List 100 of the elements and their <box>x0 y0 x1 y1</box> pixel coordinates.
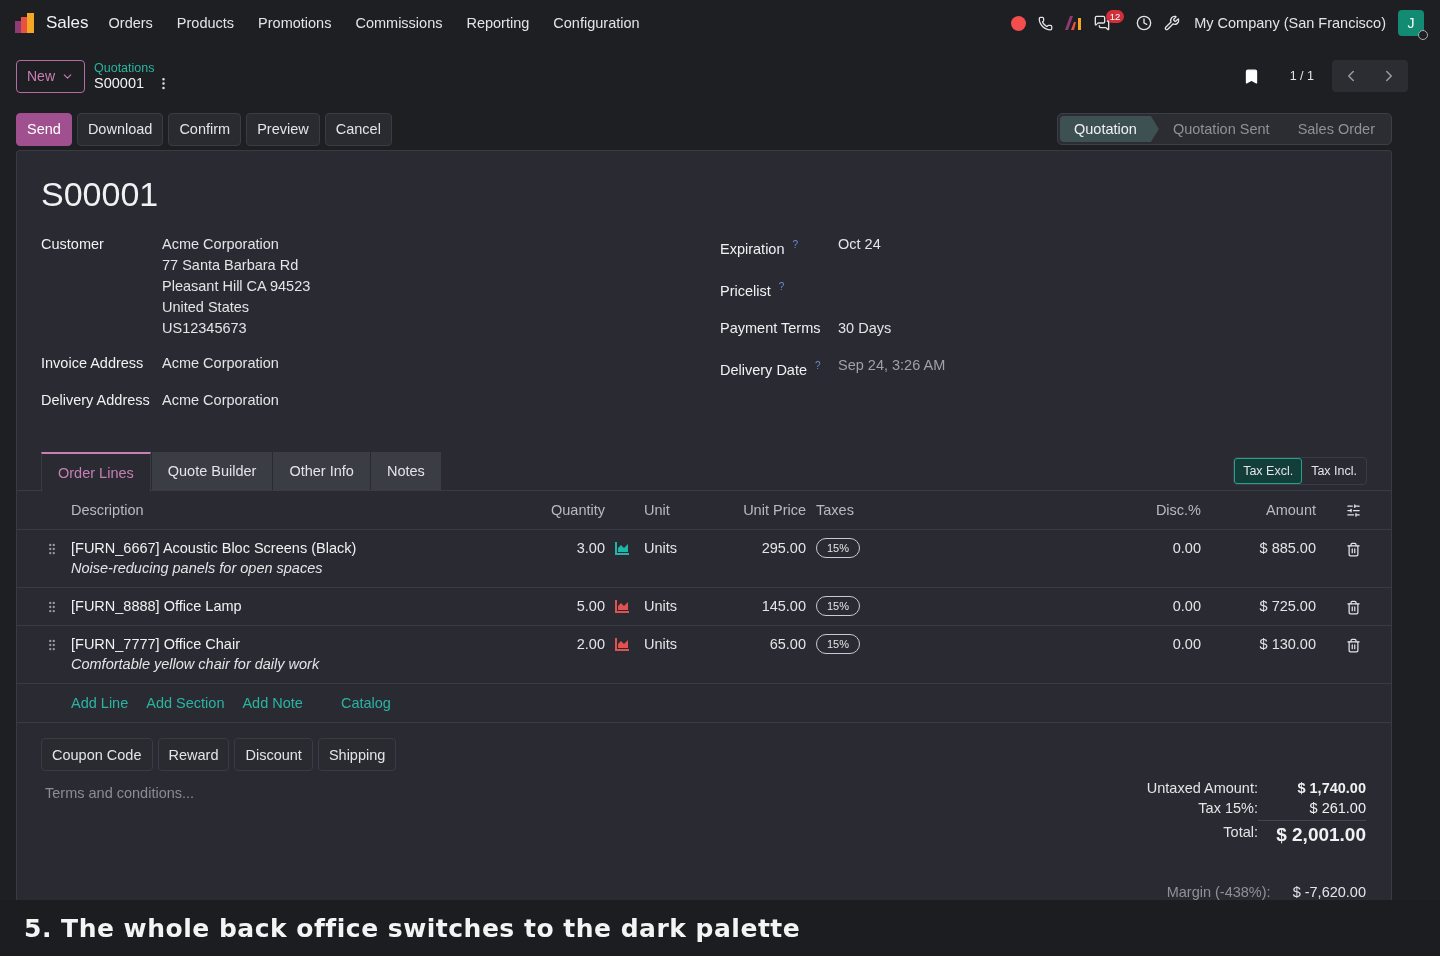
total-label: Total: <box>1222 823 1258 842</box>
field-value: Pleasant Hill CA 94523 <box>162 277 312 296</box>
table-cell-text: 0.00 <box>1171 635 1201 653</box>
table-cell-text: 0.00 <box>1171 539 1201 557</box>
action-button[interactable]: Download <box>76 112 164 146</box>
add-link[interactable]: Add Line <box>71 695 129 711</box>
record-icon[interactable] <box>1010 15 1026 31</box>
table-cell-text: Units <box>643 635 679 653</box>
message-count-badge: 12 <box>1105 9 1125 23</box>
menu-item[interactable]: Orders <box>108 15 153 31</box>
notebook-tab[interactable]: Notes <box>370 452 441 491</box>
program-button[interactable]: Discount <box>234 738 313 771</box>
field-label: Delivery Date $^{?}$ <box>720 358 822 380</box>
field-label: Invoice Address <box>41 354 145 373</box>
menu-item[interactable]: Commissions <box>355 15 443 31</box>
delete-icon[interactable] <box>1346 600 1361 616</box>
add-link[interactable]: Add Section <box>146 695 225 711</box>
phone-icon[interactable] <box>1037 15 1053 31</box>
table-cell-text: $ 885.00 <box>1258 539 1316 557</box>
field-value: Acme Corporation <box>162 354 280 373</box>
status-stage[interactable]: Sales Order <box>1283 116 1389 142</box>
table-cell-text: Units <box>643 597 679 615</box>
column-header[interactable]: Unit <box>639 491 719 530</box>
notebook-tab[interactable]: Other Info <box>273 452 370 491</box>
delete-icon[interactable] <box>1346 638 1361 654</box>
menu-item[interactable]: Reporting <box>466 15 530 31</box>
menu-item[interactable]: Promotions <box>258 15 332 31</box>
clock-icon[interactable] <box>1136 15 1153 31</box>
line-note: Noise-reducing panels for open spaces <box>71 560 324 577</box>
field-value: US12345673 <box>162 319 248 338</box>
table-cell-text: 2.00 <box>575 635 605 653</box>
status-stage[interactable]: Quotation Sent <box>1158 116 1284 142</box>
tax-toggle-button[interactable]: Tax Incl. <box>1302 458 1366 485</box>
help-marker[interactable]: ? <box>815 359 821 371</box>
menu-item[interactable]: Configuration <box>553 15 640 31</box>
field-label: Delivery Address <box>41 391 151 410</box>
field-value: Acme Corporation <box>162 391 280 410</box>
notebook-tab[interactable]: Quote Builder <box>151 452 273 491</box>
line-note: Comfortable yellow chair for daily work <box>71 656 321 673</box>
field-label: Pricelist $^{?}$ <box>720 279 786 301</box>
program-button[interactable]: Reward <box>157 738 230 771</box>
table-cell-text: $ 725.00 <box>1258 597 1316 615</box>
breadcrumb-link[interactable]: Quotations <box>94 61 171 75</box>
action-button[interactable]: Send <box>16 112 72 146</box>
product-name: [FURN_8888] Office Lamp <box>71 598 243 615</box>
area-chart-icon[interactable] <box>615 600 629 614</box>
stripes-logo-icon[interactable] <box>1064 16 1082 30</box>
help-marker[interactable]: ? <box>778 280 785 292</box>
field-value: United States <box>162 298 251 317</box>
action-button[interactable]: Cancel <box>324 112 392 146</box>
column-header[interactable]: Quantity <box>539 491 605 530</box>
total-value: $ 261.00 <box>1308 799 1366 818</box>
add-link[interactable]: Catalog <box>340 695 391 711</box>
app-name[interactable]: Sales <box>46 13 89 33</box>
wrench-icon[interactable] <box>1164 15 1181 31</box>
table-cell-text: 295.00 <box>760 539 806 557</box>
tax-toggle-button[interactable]: Tax Excl. <box>1234 458 1303 485</box>
company-switcher[interactable]: My Company (San Francisco) <box>1194 15 1386 31</box>
total-label: Untaxed Amount: <box>1146 779 1258 798</box>
total-value: $ 1,740.00 <box>1296 779 1366 798</box>
action-button[interactable]: Preview <box>246 112 320 146</box>
action-button[interactable]: Confirm <box>168 112 242 146</box>
column-header[interactable]: Unit Price <box>719 491 806 530</box>
program-button[interactable]: Coupon Code <box>41 738 153 771</box>
column-header[interactable]: Description <box>71 491 539 530</box>
presence-dot <box>1418 30 1428 40</box>
table-cell-text: 65.00 <box>768 635 806 653</box>
field-label: Customer <box>41 235 105 254</box>
app-logo-icon[interactable] <box>14 12 36 34</box>
column-header[interactable]: Disc.% <box>999 491 1201 530</box>
margin-label: Margin (-438%): <box>1166 884 1271 900</box>
total-value: $ 2,001.00 <box>1258 820 1366 846</box>
notebook-tab[interactable]: Order Lines <box>41 452 151 492</box>
total-label: Tax 15%: <box>1197 799 1258 818</box>
record-title: S00001 <box>41 175 160 214</box>
program-button[interactable]: Shipping <box>317 738 397 771</box>
status-stage[interactable]: Quotation <box>1060 116 1159 142</box>
area-chart-icon[interactable] <box>615 638 629 652</box>
column-header[interactable]: Taxes <box>806 491 999 530</box>
help-marker[interactable]: ? <box>792 239 799 250</box>
product-name: [FURN_7777] Office Chair <box>71 636 241 653</box>
table-cell-text: 5.00 <box>575 597 605 615</box>
input-field[interactable]: Sep 24, 3:26 AM <box>838 354 1058 376</box>
product-name: [FURN_6667] Acoustic Bloc Screens (Black) <box>71 540 358 557</box>
terms-field[interactable]: Terms and conditions... <box>41 785 441 801</box>
column-header[interactable]: Amount <box>1201 491 1316 530</box>
area-chart-icon[interactable] <box>615 542 629 556</box>
messages-icon[interactable] <box>1093 15 1110 31</box>
table-cell-text: Units <box>643 539 679 557</box>
delete-icon[interactable] <box>1346 542 1361 558</box>
add-link[interactable]: Add Note <box>242 695 303 711</box>
field-value: 77 Santa Barbara Rd <box>162 256 300 275</box>
column-settings-icon[interactable] <box>1346 503 1361 519</box>
record-name: S00001 <box>94 75 144 91</box>
menu-item[interactable]: Products <box>176 15 235 31</box>
field-label: Expiration $^{?}$ <box>720 238 800 259</box>
field-label: Payment Terms <box>720 318 822 338</box>
pager-value: 1 / 1 <box>1289 69 1314 83</box>
new-button[interactable]: New <box>16 59 85 93</box>
table-cell-text: 0.00 <box>1171 597 1201 615</box>
